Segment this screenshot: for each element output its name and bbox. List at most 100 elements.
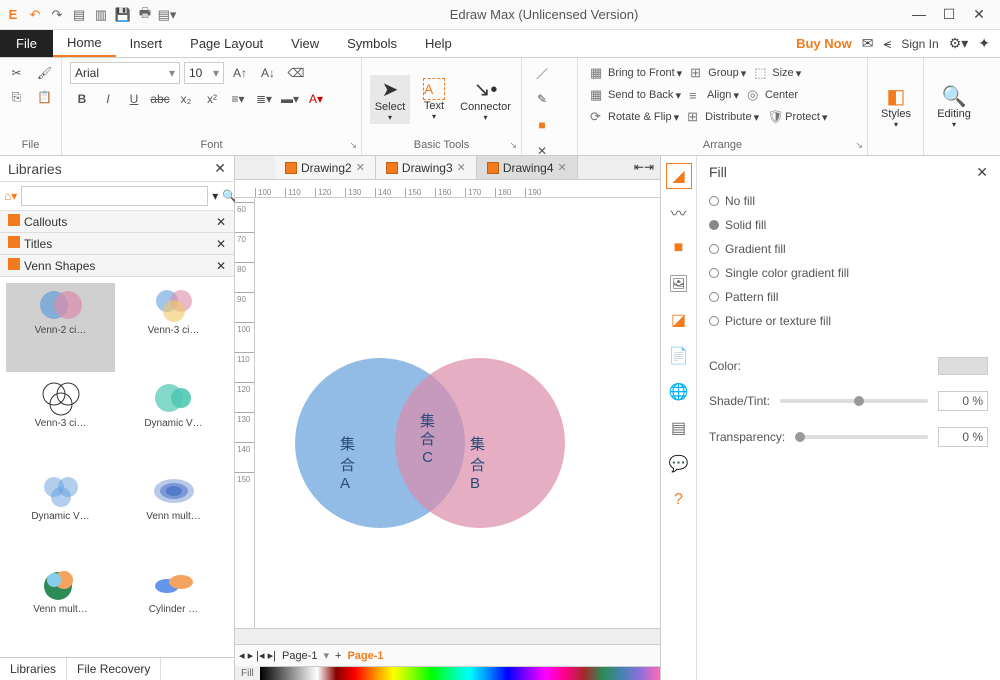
font-name-combo[interactable]: Arial▾ (70, 62, 180, 84)
fill-opt-texture[interactable]: Picture or texture fill (709, 309, 988, 333)
page-tool-icon[interactable]: 📄 (667, 344, 691, 368)
italic-icon[interactable]: I (96, 88, 120, 110)
bullets-icon[interactable]: ≡▾ (226, 88, 250, 110)
tab-symbols[interactable]: Symbols (333, 30, 411, 57)
close-panel-icon[interactable]: ✕ (214, 160, 226, 177)
clear-format-icon[interactable]: ⌫ (284, 62, 308, 84)
section-titles[interactable]: Titles✕ (0, 233, 234, 255)
doc-tab-drawing2[interactable]: Drawing2✕ (275, 156, 376, 179)
group-button[interactable]: ⊞Group ▾ (686, 62, 750, 84)
subscript-icon[interactable]: x₂ (174, 88, 198, 110)
minimize-icon[interactable]: — (912, 6, 926, 23)
tab-page-layout[interactable]: Page Layout (176, 30, 277, 57)
shape-fill-icon[interactable]: ■ (667, 236, 691, 260)
fill-opt-solid[interactable]: Solid fill (709, 213, 988, 237)
open-icon[interactable]: ▥ (92, 6, 110, 24)
nav-arrows-icon[interactable]: ⇤⇥ (628, 156, 660, 179)
format-painter-icon[interactable]: 🖌 (33, 62, 57, 84)
editing-button[interactable]: 🔍Editing▾ (932, 82, 976, 131)
share-icon[interactable]: ⪪ (883, 35, 891, 52)
highlight-icon[interactable]: ▬▾ (278, 88, 302, 110)
transparency-slider[interactable] (795, 435, 928, 439)
comment-tool-icon[interactable]: 💬 (667, 452, 691, 476)
fill-opt-single-gradient[interactable]: Single color gradient fill (709, 261, 988, 285)
close-icon[interactable]: ✕ (972, 6, 986, 23)
grow-font-icon[interactable]: A↑ (228, 62, 252, 84)
undo-icon[interactable]: ↶ (26, 6, 44, 24)
line-icon[interactable]: ／ (530, 62, 554, 84)
tab-home[interactable]: Home (53, 30, 116, 57)
buy-now-link[interactable]: Buy Now (796, 36, 852, 51)
align-button[interactable]: ≡Align ▾ (685, 84, 743, 106)
save-icon[interactable]: 💾 (114, 6, 132, 24)
mail-icon[interactable]: ✉ (862, 35, 874, 52)
redo-icon[interactable]: ↷ (48, 6, 66, 24)
shade-value[interactable]: 0 % (938, 391, 988, 411)
shape-venn3-color[interactable]: Venn-3 ci… (119, 283, 228, 372)
superscript-icon[interactable]: x² (200, 88, 224, 110)
close-tab-icon[interactable]: ✕ (356, 161, 365, 174)
close-tab-icon[interactable]: ✕ (457, 161, 466, 174)
close-fill-panel-icon[interactable]: ✕ (976, 164, 988, 181)
shape-venn3-outline[interactable]: Venn-3 ci… (6, 376, 115, 465)
file-menu[interactable]: File (0, 30, 53, 57)
tab-libraries[interactable]: Libraries (0, 658, 67, 680)
size-button[interactable]: ⬚Size ▾ (750, 62, 805, 84)
page-nav-icon[interactable]: ◂ ▸ |◂ ▸| (239, 649, 276, 662)
fill-opt-pattern[interactable]: Pattern fill (709, 285, 988, 309)
globe-tool-icon[interactable]: 🌐 (667, 380, 691, 404)
doc-tab-drawing4[interactable]: Drawing4✕ (477, 156, 578, 179)
shadow-tool-icon[interactable]: ◪ (667, 308, 691, 332)
shape-venn-mult[interactable]: Venn mult… (119, 469, 228, 558)
color-palette-strip[interactable] (260, 666, 660, 680)
theme-icon[interactable]: ✦ (978, 35, 990, 52)
fill-opt-none[interactable]: No fill (709, 189, 988, 213)
canvas[interactable]: 集合A 集合B 集 合 C (255, 198, 660, 628)
styles-button[interactable]: ◧Styles▾ (876, 82, 916, 131)
copy-icon[interactable]: ⎘ (5, 86, 29, 108)
new-icon[interactable]: ▤ (70, 6, 88, 24)
shape-venn2[interactable]: Venn-2 ci… (6, 283, 115, 372)
print-icon[interactable]: 🖶 (136, 6, 154, 24)
protect-button[interactable]: 🛡Protect ▾ (763, 106, 831, 128)
distribute-button[interactable]: ⊞Distribute ▾ (683, 106, 763, 128)
help-tool-icon[interactable]: ? (667, 488, 691, 512)
center-button[interactable]: ◎Center (743, 84, 802, 106)
color-swatch[interactable] (938, 357, 988, 375)
arrange-launcher-icon[interactable]: ↘ (855, 140, 863, 151)
rotate-flip-button[interactable]: ⟳Rotate & Flip ▾ (586, 106, 683, 128)
cut-icon[interactable]: ✂ (5, 62, 29, 84)
search-dropdown-icon[interactable]: ▾ (212, 189, 218, 203)
add-page-icon[interactable]: + (335, 650, 341, 662)
close-tab-icon[interactable]: ✕ (558, 161, 567, 174)
layer-tool-icon[interactable]: ▤ (667, 416, 691, 440)
section-callouts[interactable]: Callouts✕ (0, 211, 234, 233)
shade-slider[interactable] (780, 399, 928, 403)
transparency-value[interactable]: 0 % (938, 427, 988, 447)
scrollbar-horizontal[interactable] (235, 628, 660, 644)
maximize-icon[interactable]: ☐ (942, 6, 956, 23)
tab-insert[interactable]: Insert (116, 30, 177, 57)
export-icon[interactable]: ▤▾ (158, 6, 176, 24)
strike-icon[interactable]: abc (148, 88, 172, 110)
image-tool-icon[interactable]: 🖼 (667, 272, 691, 296)
shrink-font-icon[interactable]: A↓ (256, 62, 280, 84)
font-size-combo[interactable]: 10▾ (184, 62, 224, 84)
fill-tool-icon[interactable]: ◢ (667, 164, 691, 188)
numbering-icon[interactable]: ≣▾ (252, 88, 276, 110)
home-icon[interactable]: ⌂▾ (4, 189, 17, 203)
tools-launcher-icon[interactable]: ↘ (509, 140, 517, 151)
shape-venn-mult2[interactable]: Venn mult… (6, 562, 115, 651)
page-active-label[interactable]: Page-1 (347, 650, 383, 662)
pencil-icon[interactable]: ✎ (530, 88, 554, 110)
line-tool-icon[interactable]: 〰 (667, 200, 691, 224)
gear-icon[interactable]: ⚙▾ (949, 35, 969, 52)
bold-icon[interactable]: B (70, 88, 94, 110)
tab-view[interactable]: View (277, 30, 333, 57)
shape-dynamic-v2[interactable]: Dynamic V… (6, 469, 115, 558)
send-to-back-button[interactable]: ▦Send to Back ▾ (586, 84, 685, 106)
page-name[interactable]: Page-1 (282, 650, 317, 662)
select-tool[interactable]: ➤ Select▾ (370, 75, 410, 124)
sign-in-link[interactable]: Sign In (901, 37, 938, 51)
text-tool[interactable]: A Text▾ (414, 76, 454, 123)
